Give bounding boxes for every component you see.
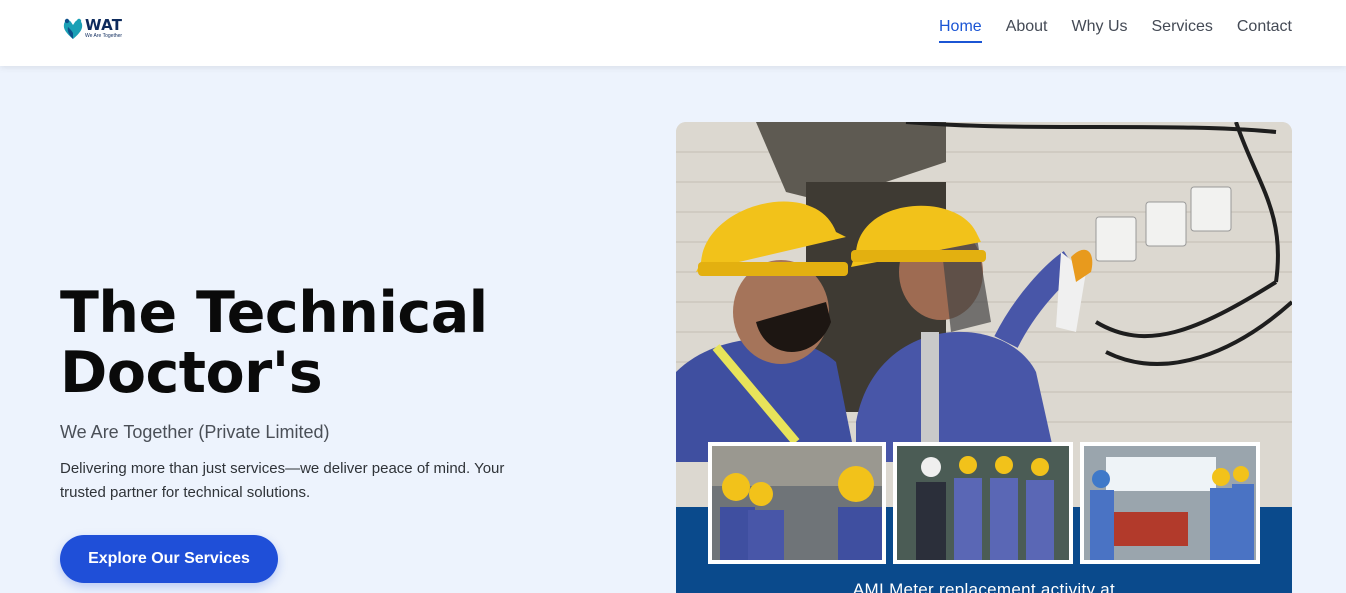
wat-logo[interactable]: WAT We Are Together (62, 14, 132, 44)
nav-why-us[interactable]: Why Us (1072, 18, 1128, 43)
workers-photo (676, 122, 1292, 593)
logo-text: WAT (85, 16, 123, 34)
hero-image: AMI Meter replacement activity at (676, 122, 1292, 593)
heart-hands-icon (63, 18, 83, 39)
explore-services-button[interactable]: Explore Our Services (60, 535, 278, 583)
nav-contact[interactable]: Contact (1237, 18, 1292, 43)
image-caption: AMI Meter replacement activity at (852, 580, 1116, 593)
hero-title: The Technical Doctor's (60, 280, 488, 406)
hero-subtitle: We Are Together (Private Limited) (60, 422, 330, 442)
hero-description: Delivering more than just services—we de… (60, 460, 505, 501)
nav-services[interactable]: Services (1152, 18, 1213, 43)
logo-tagline: We Are Together (85, 33, 123, 39)
nav-home[interactable]: Home (939, 18, 982, 43)
site-header: WAT We Are Together Home About Why Us Se… (0, 0, 1346, 66)
nav-about[interactable]: About (1006, 18, 1048, 43)
main-nav: Home About Why Us Services Contact (939, 18, 1292, 43)
